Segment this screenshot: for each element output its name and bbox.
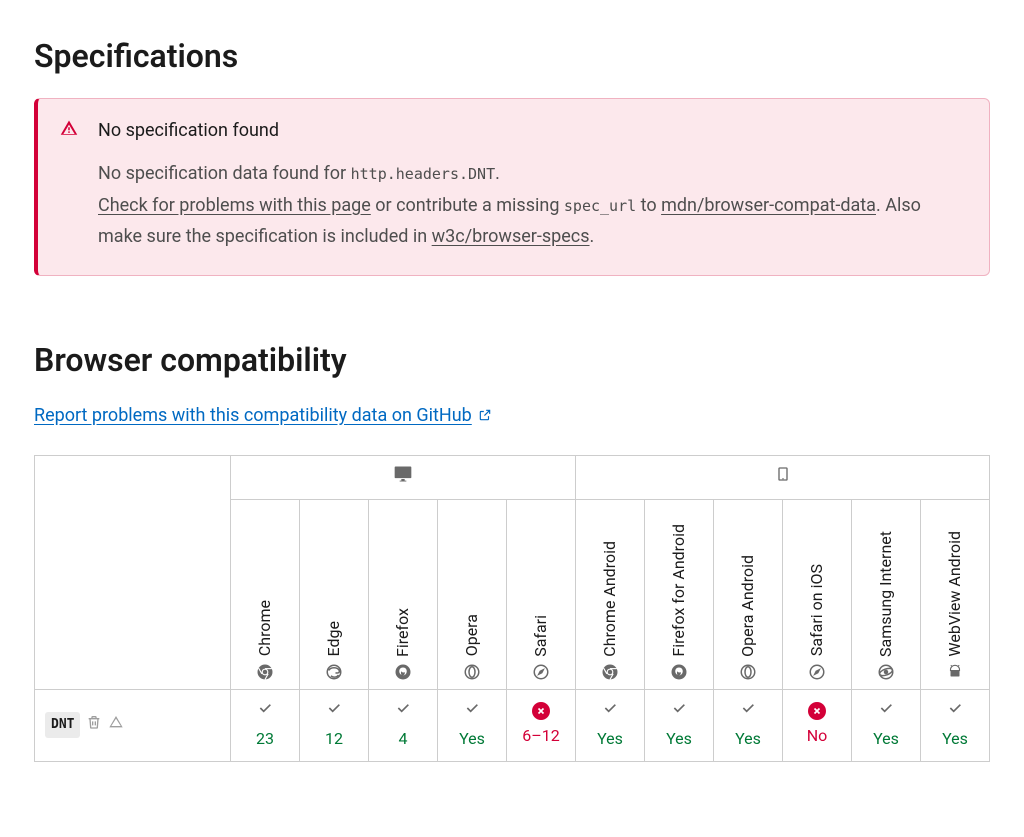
browser-header-opera: Opera xyxy=(438,499,507,689)
support-cell[interactable]: Yes xyxy=(921,689,990,761)
code-spec-url: spec_url xyxy=(564,197,636,215)
android-icon xyxy=(946,663,964,681)
browser-header-safari-on-ios: Safari on iOS xyxy=(783,499,852,689)
support-version: Yes xyxy=(942,727,968,751)
support-cell[interactable]: 6–12 xyxy=(507,689,576,761)
support-version: No xyxy=(807,724,828,748)
check-icon xyxy=(947,699,963,723)
external-link-icon xyxy=(478,408,492,422)
deprecated-icon xyxy=(86,713,102,737)
samsung-icon xyxy=(877,663,895,681)
support-cell[interactable]: No xyxy=(783,689,852,761)
check-icon xyxy=(395,699,411,723)
check-icon xyxy=(326,699,342,723)
browser-name-label: Firefox for Android xyxy=(667,524,691,657)
browser-header-opera-android: Opera Android xyxy=(714,499,783,689)
report-problems-label: Report problems with this compatibility … xyxy=(34,402,472,429)
mdn-bcd-link[interactable]: mdn/browser-compat-data xyxy=(661,195,876,216)
firefox-icon xyxy=(394,663,412,681)
support-version: Yes xyxy=(873,727,899,751)
browser-compat-heading: Browser compatibility xyxy=(34,336,990,384)
browser-header-safari: Safari xyxy=(507,499,576,689)
notecard-text: No specification data found for xyxy=(98,163,351,184)
report-problems-link[interactable]: Report problems with this compatibility … xyxy=(34,402,492,429)
browser-name-label: Firefox xyxy=(391,608,415,657)
check-icon xyxy=(671,699,687,723)
browser-header-firefox-for-android: Firefox for Android xyxy=(645,499,714,689)
browser-name-label: Safari on iOS xyxy=(805,564,829,656)
edge-icon xyxy=(325,663,343,681)
notecard-text: . xyxy=(495,163,500,184)
browser-name-label: Opera xyxy=(460,614,484,656)
support-version: 4 xyxy=(399,727,408,751)
desktop-platform-header xyxy=(231,455,576,499)
support-version: 23 xyxy=(256,727,274,751)
check-icon xyxy=(740,699,756,723)
x-icon xyxy=(532,702,550,720)
notecard-text: to xyxy=(636,195,661,216)
mobile-platform-header xyxy=(576,455,990,499)
browser-header-chrome: Chrome xyxy=(231,499,300,689)
browser-header-samsung-internet: Samsung Internet xyxy=(852,499,921,689)
notecard-body: No specification data found for http.hea… xyxy=(98,158,967,253)
support-version: Yes xyxy=(459,727,485,751)
mobile-icon xyxy=(775,469,791,488)
check-icon xyxy=(257,699,273,723)
browser-name-label: WebView Android xyxy=(943,531,967,657)
feature-badge-dnt: DNT xyxy=(45,712,80,738)
notecard-text: or contribute a missing xyxy=(371,195,564,216)
browser-name-label: Safari xyxy=(529,615,553,657)
browser-name-label: Samsung Internet xyxy=(874,531,898,657)
browser-header-webview-android: WebView Android xyxy=(921,499,990,689)
browser-header-edge: Edge xyxy=(300,499,369,689)
chrome-icon xyxy=(256,663,274,681)
browser-header-chrome-android: Chrome Android xyxy=(576,499,645,689)
warning-icon xyxy=(60,119,78,144)
support-cell[interactable]: Yes xyxy=(852,689,921,761)
support-version: Yes xyxy=(735,727,761,751)
code-http-headers-dnt: http.headers.DNT xyxy=(351,165,496,183)
browser-name-label: Edge xyxy=(322,621,346,656)
support-cell[interactable]: 4 xyxy=(369,689,438,761)
w3c-browser-specs-link[interactable]: w3c/browser-specs xyxy=(432,226,590,247)
firefox-icon xyxy=(670,663,688,681)
specifications-heading: Specifications xyxy=(34,32,990,80)
support-cell[interactable]: Yes xyxy=(438,689,507,761)
support-cell[interactable]: Yes xyxy=(576,689,645,761)
browser-header-firefox: Firefox xyxy=(369,499,438,689)
safari-icon xyxy=(532,663,550,681)
compat-table: Chrome Edge Firefox Opera Safari Chrome Andro… xyxy=(34,455,990,762)
browser-name-label: Chrome xyxy=(253,600,277,656)
notecard-text: . xyxy=(590,226,595,247)
check-problems-link[interactable]: Check for problems with this page xyxy=(98,195,371,216)
opera-icon xyxy=(463,663,481,681)
notecard-title: No specification found xyxy=(98,117,967,144)
support-cell[interactable]: 12 xyxy=(300,689,369,761)
feature-column-header xyxy=(35,455,231,689)
check-icon xyxy=(878,699,894,723)
support-cell[interactable]: Yes xyxy=(714,689,783,761)
nonstandard-icon xyxy=(108,713,124,737)
support-version: Yes xyxy=(666,727,692,751)
browser-name-label: Opera Android xyxy=(736,555,760,657)
browser-name-label: Chrome Android xyxy=(598,541,622,657)
support-version: Yes xyxy=(597,727,623,751)
check-icon xyxy=(464,699,480,723)
feature-cell[interactable]: DNT xyxy=(35,689,231,761)
no-spec-notecard: No specification found No specification … xyxy=(34,98,990,276)
chrome-icon xyxy=(601,663,619,681)
opera-icon xyxy=(739,663,757,681)
support-version: 12 xyxy=(325,727,343,751)
desktop-icon xyxy=(393,469,413,488)
safari-icon xyxy=(808,663,826,681)
support-cell[interactable]: Yes xyxy=(645,689,714,761)
check-icon xyxy=(602,699,618,723)
support-cell[interactable]: 23 xyxy=(231,689,300,761)
support-version: 6–12 xyxy=(522,724,559,748)
x-icon xyxy=(808,702,826,720)
